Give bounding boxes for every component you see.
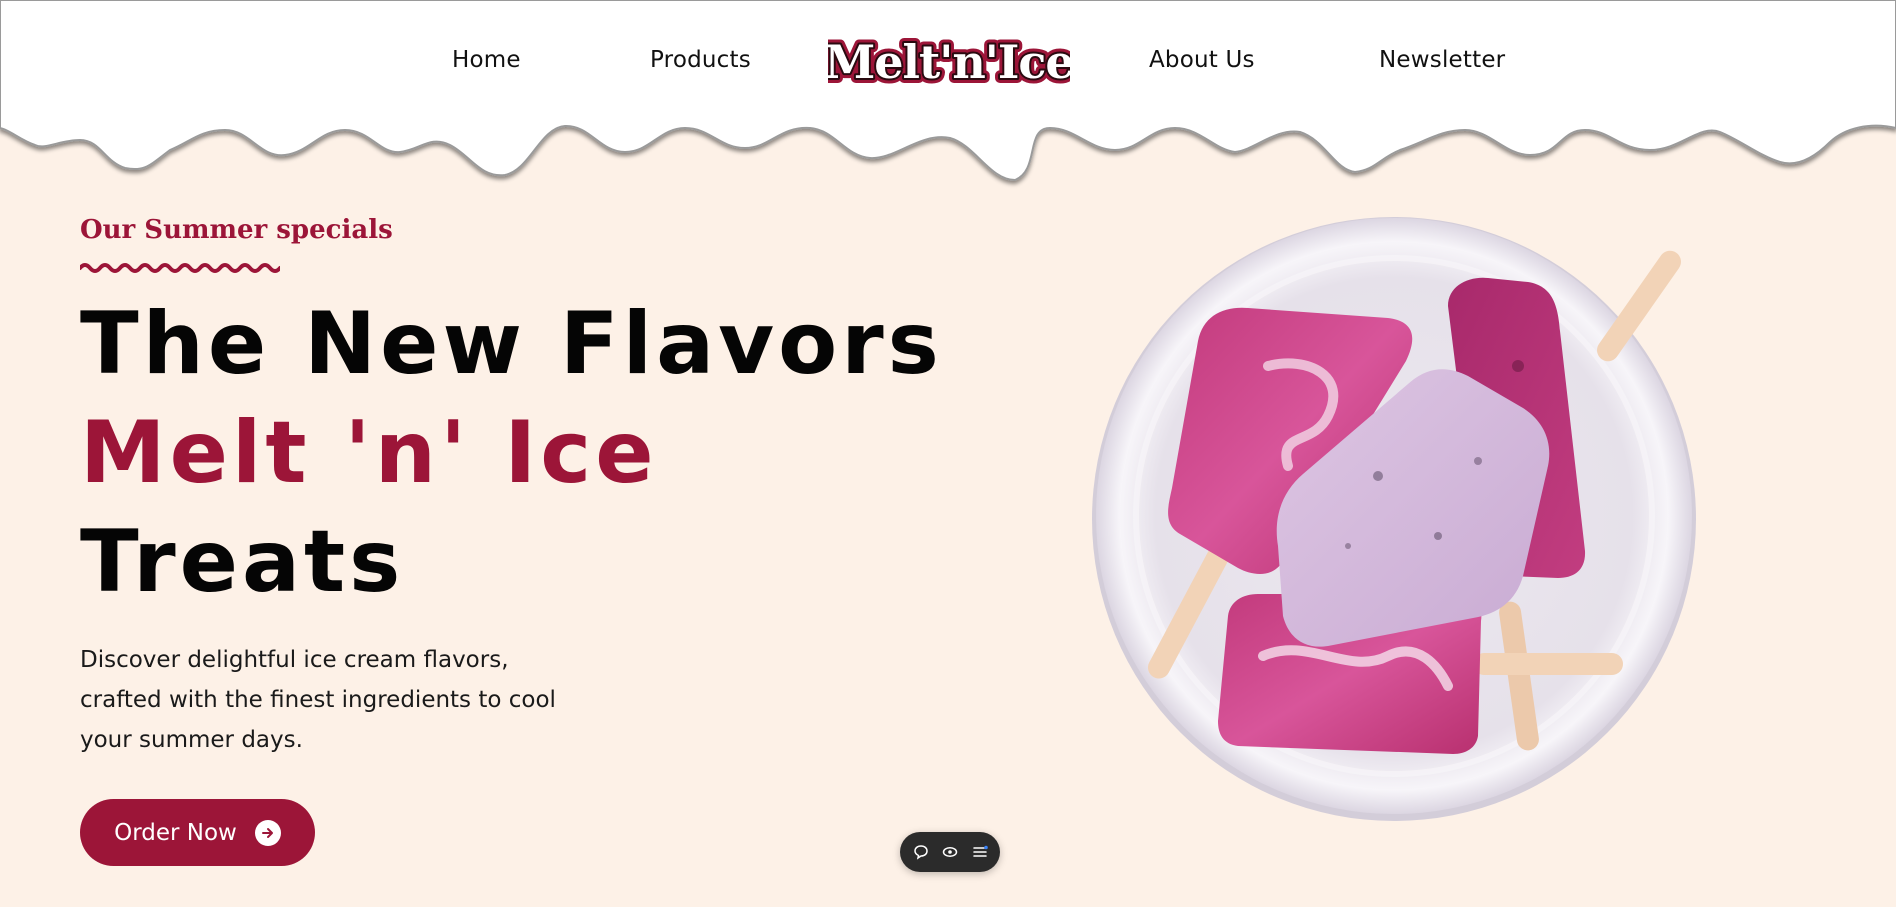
squiggle-underline <box>80 263 280 273</box>
hero-headline: The New Flavors Melt 'n' Ice Treats <box>80 290 943 617</box>
eye-icon[interactable] <box>941 843 959 861</box>
headline-line-1: The New Flavors <box>80 294 943 394</box>
hero-description: Discover delightful ice cream flavors, c… <box>80 647 556 753</box>
nav-home[interactable]: Home <box>452 47 521 73</box>
popsicle-plate-image <box>1092 217 1696 821</box>
nav-newsletter[interactable]: Newsletter <box>1379 47 1505 73</box>
arrow-right-icon <box>254 819 281 846</box>
site-header: Home Products Melt'n'Ice Melt'n'Ice Abou… <box>0 0 1896 190</box>
comment-icon[interactable] <box>912 843 930 861</box>
nav-about-us[interactable]: About Us <box>1149 47 1255 73</box>
order-now-label: Order Now <box>114 819 237 846</box>
headline-line-3: Treats <box>80 512 405 612</box>
headline-line-2: Melt 'n' Ice <box>80 403 658 503</box>
melt-n-ice-logo[interactable]: Melt'n'Ice Melt'n'Ice <box>828 30 1070 96</box>
floating-toolbar <box>900 832 1000 872</box>
svg-text:Melt'n'Ice: Melt'n'Ice <box>828 35 1070 89</box>
nav-products[interactable]: Products <box>650 47 751 73</box>
order-now-button[interactable]: Order Now <box>80 799 315 866</box>
menu-icon[interactable] <box>971 843 989 861</box>
eyebrow-label: Our Summer specials <box>80 215 393 245</box>
